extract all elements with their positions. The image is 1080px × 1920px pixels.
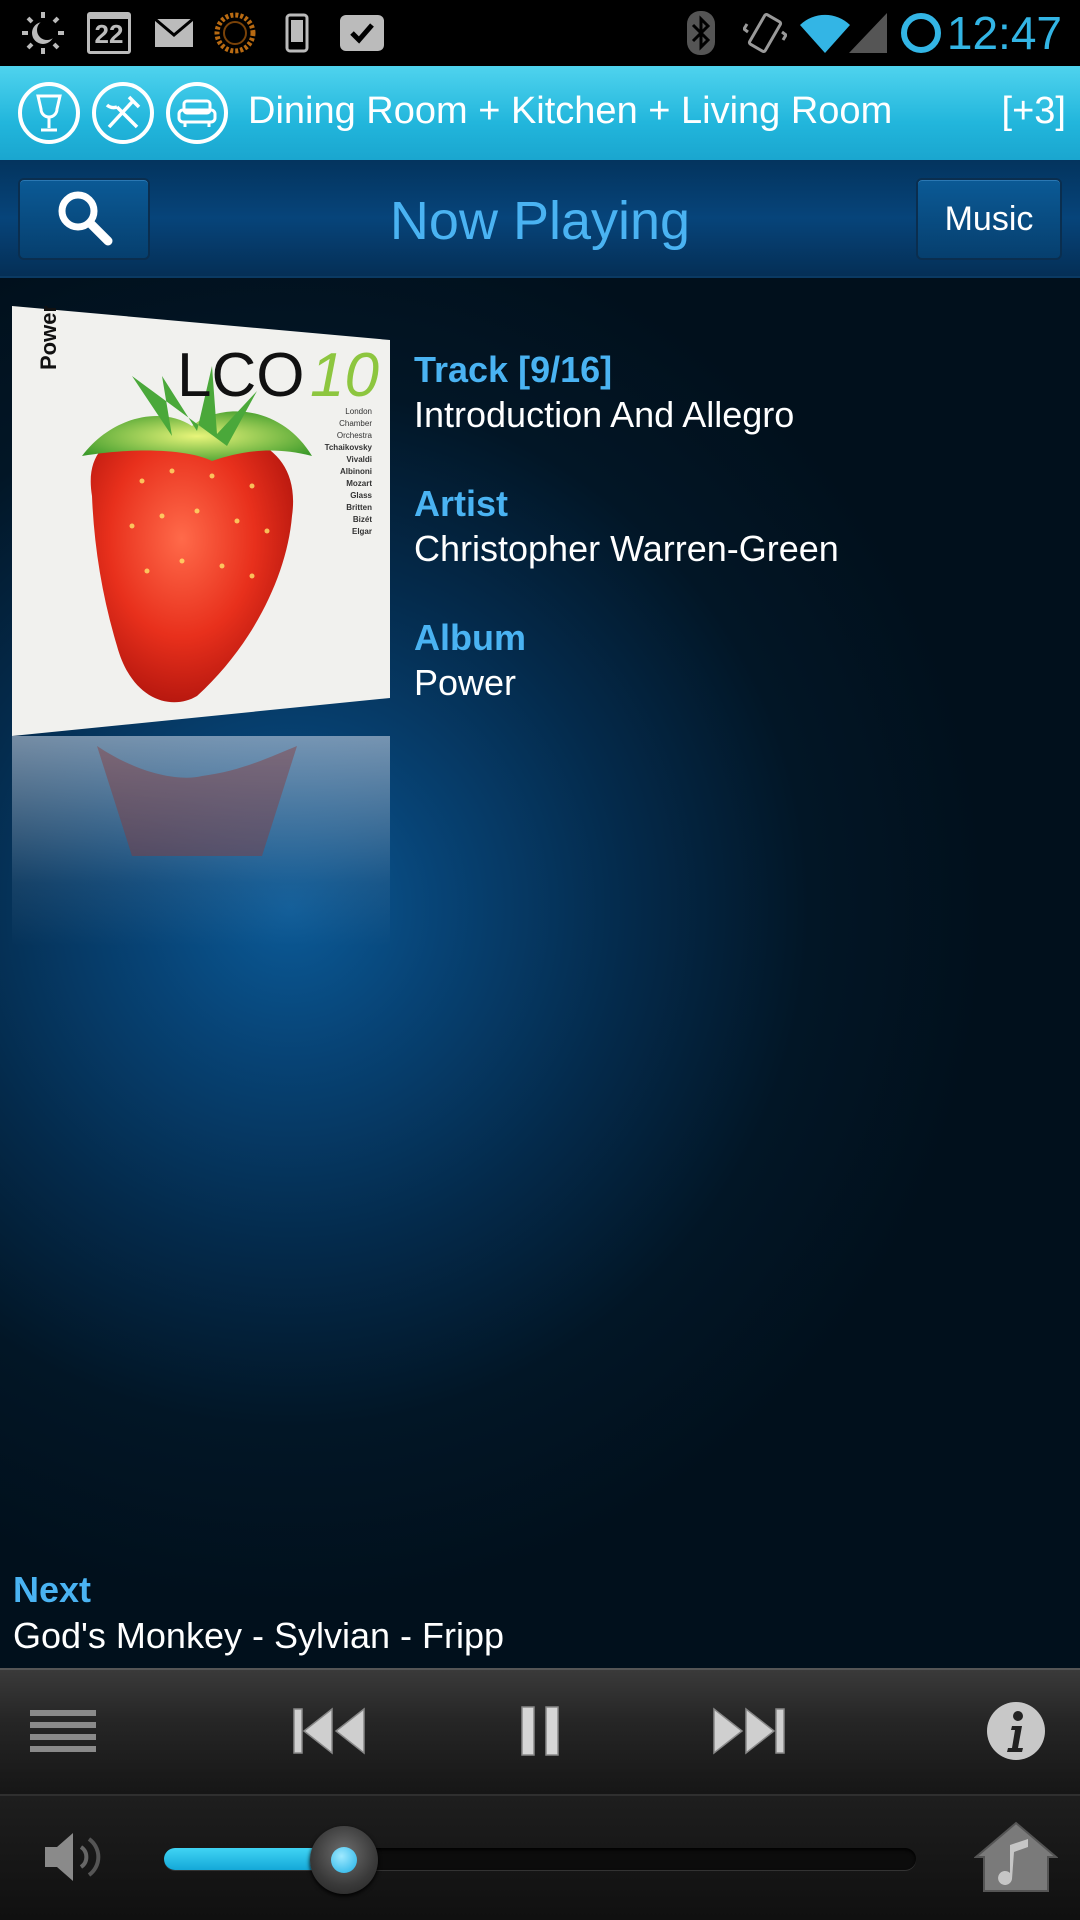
album-listing-item: Orchestra xyxy=(337,431,373,440)
album-logo-main: LCO xyxy=(177,341,304,410)
mail-icon xyxy=(152,10,196,56)
album-listing-item: Chamber xyxy=(339,419,372,428)
album-listing-item: Mozart xyxy=(346,479,372,488)
sun-app-icon xyxy=(212,10,258,56)
next-label: Next xyxy=(13,1569,92,1610)
check-icon xyxy=(336,10,388,56)
info-button[interactable] xyxy=(984,1670,1048,1796)
artist-label: Artist xyxy=(414,483,509,524)
wifi-icon xyxy=(800,10,850,56)
now-playing-panel: Power LCO 10 London Chamber Orchestra Tc… xyxy=(0,278,1080,1668)
artist-name: Christopher Warren-Green xyxy=(414,528,839,569)
menu-button[interactable] xyxy=(22,1670,104,1796)
album-art-reflection xyxy=(12,736,390,946)
album-listing-item: Vivaldi xyxy=(346,455,372,464)
track-info: Track [9/16] Introduction And Allegro Ar… xyxy=(414,348,839,750)
next-value: God's Monkey - Sylvian - Fripp xyxy=(13,1615,505,1656)
album-listing-item: Bizét xyxy=(353,515,372,524)
previous-button[interactable] xyxy=(286,1670,372,1796)
mute-button[interactable] xyxy=(40,1796,110,1920)
transport-controls xyxy=(0,1668,1080,1794)
fork-knife-icon[interactable] xyxy=(92,82,154,144)
zone-bar[interactable]: Dining Room + Kitchen + Living Room [+3] xyxy=(0,66,1080,160)
sofa-icon[interactable] xyxy=(166,82,228,144)
clock: 12:47 xyxy=(946,7,1062,59)
pause-icon xyxy=(520,1705,560,1762)
volume-thumb-dot xyxy=(331,1847,358,1873)
track-label: Track [9/16] xyxy=(414,349,613,390)
album-listing-item: Britten xyxy=(346,503,372,512)
track-title: Introduction And Allegro xyxy=(414,394,795,435)
bluetooth-icon xyxy=(686,10,716,56)
album-name: Power xyxy=(414,662,517,703)
header: Now Playing Music xyxy=(0,160,1080,278)
zone-more-count[interactable]: [+3] xyxy=(1002,90,1066,133)
pause-button[interactable] xyxy=(508,1670,572,1796)
brightness-icon xyxy=(18,10,68,56)
signal-icon xyxy=(848,10,888,56)
music-button[interactable]: Music xyxy=(916,178,1062,260)
sync-ring-icon xyxy=(898,10,944,56)
home-music-icon xyxy=(973,1821,1059,1898)
album-listing-item: Elgar xyxy=(352,527,372,536)
album-art[interactable]: Power LCO 10 London Chamber Orchestra Tc… xyxy=(12,304,390,736)
album-listing-item: Albinoni xyxy=(340,467,372,476)
menu-icon xyxy=(30,1708,96,1759)
album-logo-number: 10 xyxy=(310,341,379,410)
status-bar: 22 12:47 xyxy=(0,0,1080,66)
wine-glass-icon[interactable] xyxy=(18,82,80,144)
zone-title[interactable]: Dining Room + Kitchen + Living Room xyxy=(248,90,892,133)
next-track: Next God's Monkey - Sylvian - Fripp xyxy=(13,1568,504,1660)
previous-icon xyxy=(292,1706,366,1760)
volume-bar xyxy=(0,1794,1080,1920)
calendar-icon: 22 xyxy=(86,10,132,56)
album-listing-item: London xyxy=(345,407,372,416)
calendar-date: 22 xyxy=(87,12,131,54)
album-spine-text: Power xyxy=(36,306,61,370)
next-button[interactable] xyxy=(706,1670,792,1796)
next-icon xyxy=(712,1706,786,1760)
album-label: Album xyxy=(414,617,526,658)
phone-icon xyxy=(282,10,312,56)
album-listing-item: Glass xyxy=(350,491,372,500)
vibrate-icon xyxy=(742,10,788,56)
info-icon xyxy=(985,1700,1047,1767)
volume-slider-thumb[interactable] xyxy=(310,1826,379,1894)
volume-slider-track[interactable] xyxy=(164,1848,916,1870)
album-listing-item: Tchaikovsky xyxy=(325,443,373,452)
speaker-icon xyxy=(43,1831,107,1888)
home-music-button[interactable] xyxy=(972,1796,1060,1920)
